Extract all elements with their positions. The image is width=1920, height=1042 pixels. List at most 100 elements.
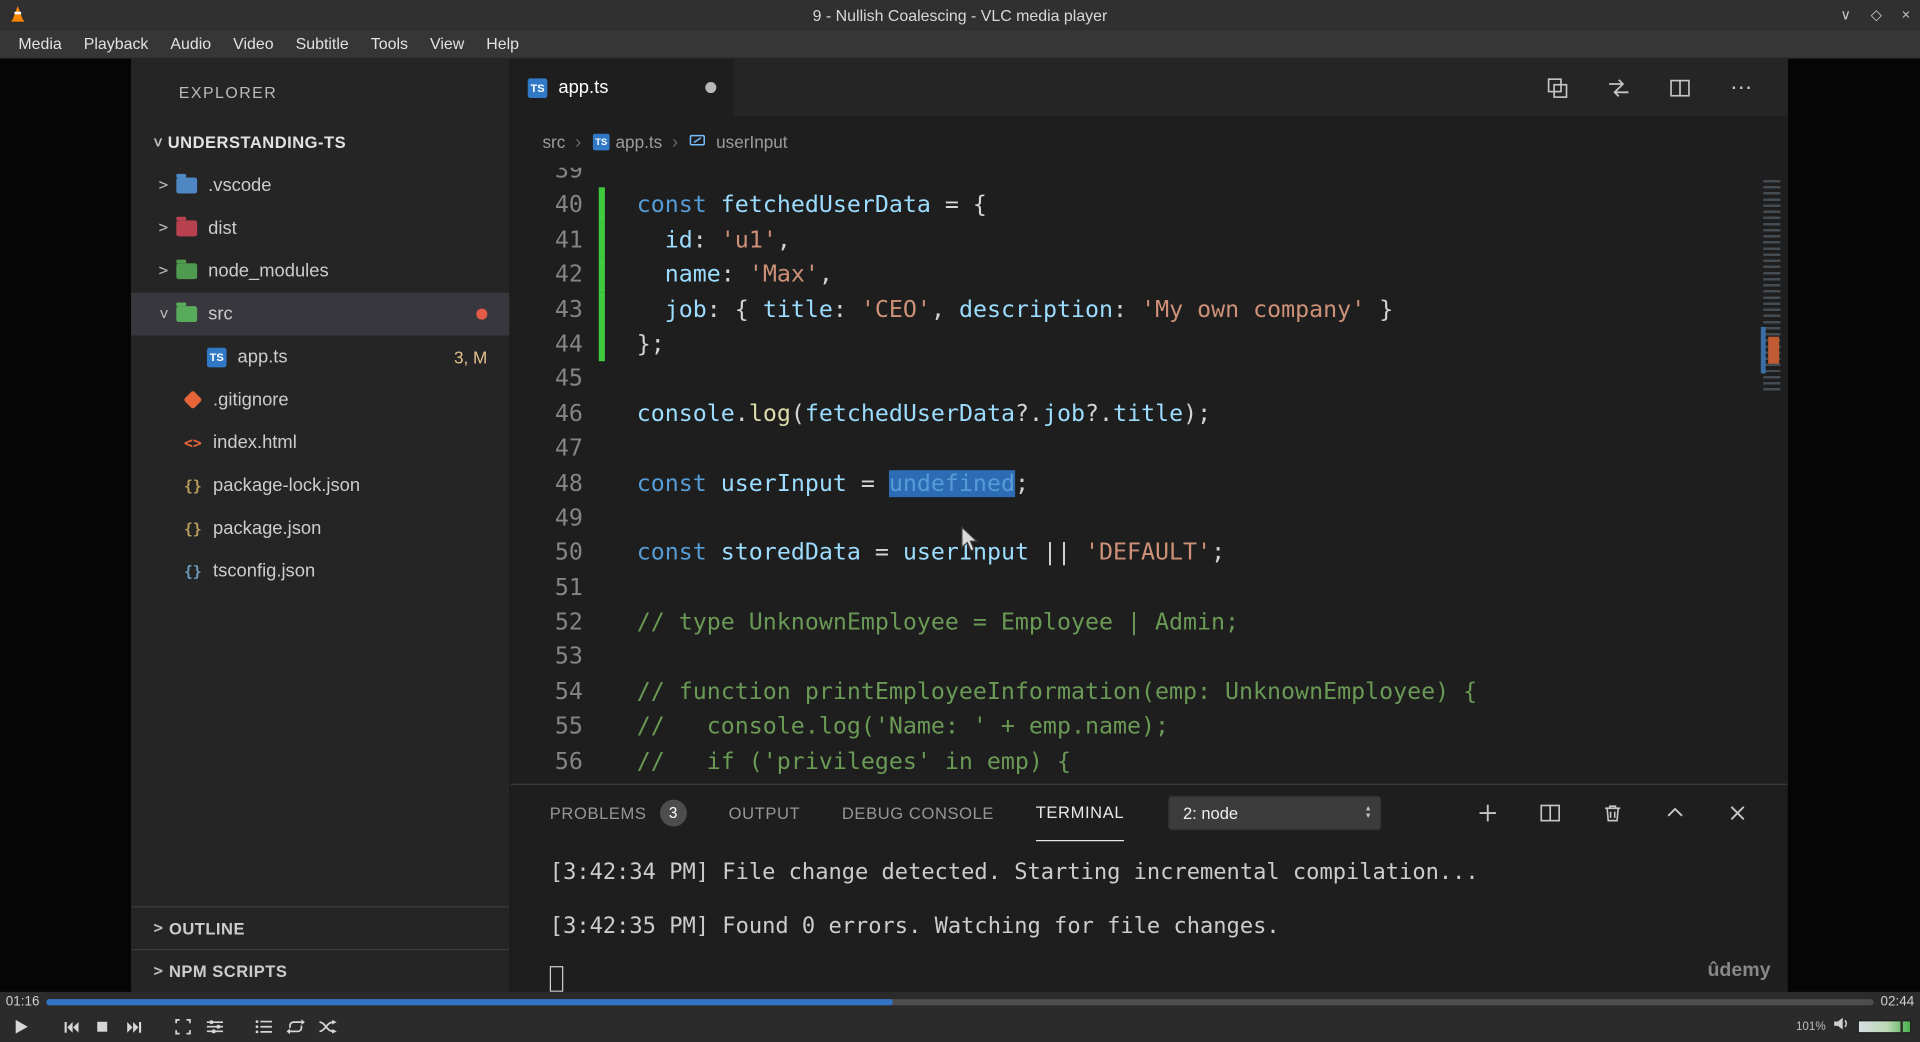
code-line-39[interactable]: 39: [511, 168, 1760, 188]
tree-item-tsconfig.json[interactable]: {}tsconfig.json: [131, 550, 509, 593]
code-line-48[interactable]: 48const userInput = undefined;: [511, 466, 1760, 501]
tab-app-ts[interactable]: TS app.ts: [511, 59, 735, 117]
code-token: userInput: [903, 539, 1029, 566]
menu-video[interactable]: Video: [222, 34, 284, 52]
code-line-51[interactable]: 51: [511, 570, 1760, 605]
code-line-46[interactable]: 46console.log(fetchedUserData?.job?.titl…: [511, 396, 1760, 431]
code-line-54[interactable]: 54// function printEmployeeInformation(e…: [511, 675, 1760, 710]
menu-media[interactable]: Media: [7, 34, 72, 52]
minimap[interactable]: [1760, 168, 1788, 784]
tree-root-understanding-ts[interactable]: > UNDERSTANDING-TS: [131, 121, 509, 164]
minimize-icon[interactable]: ∨: [1840, 6, 1851, 23]
tree-item-.gitignore[interactable]: .gitignore: [131, 378, 509, 421]
terminal-output[interactable]: [3:42:34 PM] File change detected. Start…: [511, 841, 1788, 992]
code-token: const: [637, 191, 707, 218]
panel-tab-problems[interactable]: PROBLEMS3: [550, 785, 687, 841]
fullscreen-button[interactable]: [170, 1014, 196, 1040]
tree-item-app.ts[interactable]: TSapp.ts3, M: [131, 336, 509, 379]
code-token: job: [637, 296, 707, 323]
terminal-cursor: [550, 966, 563, 992]
chevron-down-icon: >: [148, 132, 166, 153]
seek-slider[interactable]: [47, 999, 1874, 1005]
code-line-45[interactable]: 45: [511, 362, 1760, 397]
tree-item-label: tsconfig.json: [213, 561, 315, 582]
stop-button[interactable]: [89, 1014, 115, 1040]
playlist-button[interactable]: [251, 1014, 277, 1040]
code-line-55[interactable]: 55// console.log('Name: ' + emp.name);: [511, 709, 1760, 744]
code-token: :: [721, 261, 749, 288]
code-line-52[interactable]: 52// type UnknownEmployee = Employee | A…: [511, 605, 1760, 640]
overview-ruler-warning-mark: [1768, 337, 1779, 364]
code-line-43[interactable]: 43 job: { title: 'CEO', description: 'My…: [511, 292, 1760, 327]
code-token: (: [791, 400, 805, 427]
shuffle-button[interactable]: [315, 1014, 341, 1040]
menu-view[interactable]: View: [419, 34, 475, 52]
code-token: title: [1113, 400, 1183, 427]
video-area[interactable]: EXPLORER > UNDERSTANDING-TS >.vscode>dis…: [0, 59, 1920, 992]
code-line-47[interactable]: 47: [511, 431, 1760, 466]
titlebar[interactable]: 9 - Nullish Coalescing - VLC media playe…: [0, 0, 1920, 29]
tree-item-dist[interactable]: >dist: [131, 207, 509, 250]
previous-button[interactable]: [58, 1014, 84, 1040]
compare-changes-icon[interactable]: [1607, 75, 1631, 99]
extended-settings-button[interactable]: [202, 1014, 228, 1040]
tree-item-package.json[interactable]: {}package.json: [131, 507, 509, 550]
menu-playback[interactable]: Playback: [73, 34, 160, 52]
code-area[interactable]: 3940const fetchedUserData = {41 id: 'u1'…: [511, 168, 1760, 784]
sidebar-section-outline[interactable]: >OUTLINE: [131, 906, 509, 949]
play-button[interactable]: [9, 1014, 35, 1040]
panel-tab-terminal[interactable]: TERMINAL: [1036, 785, 1124, 841]
panel-tab-debug-console[interactable]: DEBUG CONSOLE: [842, 785, 994, 841]
json-icon: {}: [182, 520, 203, 537]
tree-item-index.html[interactable]: <>index.html: [131, 421, 509, 464]
more-actions-icon[interactable]: ⋯: [1729, 75, 1753, 99]
code-line-50[interactable]: 50const storedData = userInput || 'DEFAU…: [511, 535, 1760, 570]
volume-needle: [1900, 1020, 1902, 1033]
code-token: ;: [1015, 470, 1029, 497]
menu-help[interactable]: Help: [475, 34, 530, 52]
menu-audio[interactable]: Audio: [159, 34, 222, 52]
breadcrumb-item-userinput[interactable]: userInput: [716, 132, 787, 152]
maximize-panel-chevron-icon[interactable]: [1663, 801, 1687, 825]
loop-button[interactable]: [283, 1014, 309, 1040]
speaker-icon[interactable]: [1833, 1015, 1850, 1038]
line-number: 55: [511, 709, 583, 744]
html-icon: <>: [182, 434, 203, 451]
terminal-select[interactable]: 2: node ▴▾: [1168, 796, 1381, 830]
close-panel-icon[interactable]: [1725, 801, 1749, 825]
panel-tab-output[interactable]: OUTPUT: [729, 785, 801, 841]
menu-subtitle[interactable]: Subtitle: [285, 34, 360, 52]
split-editor-icon[interactable]: [1668, 75, 1692, 99]
code-line-42[interactable]: 42 name: 'Max',: [511, 257, 1760, 292]
code-line-44[interactable]: 44};: [511, 327, 1760, 362]
code-line-56[interactable]: 56// if ('privileges' in emp) {: [511, 744, 1760, 779]
vscode-capture: EXPLORER > UNDERSTANDING-TS >.vscode>dis…: [131, 59, 1788, 992]
tree-item-package-lock.json[interactable]: {}package-lock.json: [131, 464, 509, 507]
code-line-49[interactable]: 49: [511, 501, 1760, 536]
tree-item-src[interactable]: >src: [131, 293, 509, 336]
line-number: 53: [511, 640, 583, 675]
breadcrumb-item-app-ts[interactable]: app.ts: [616, 132, 663, 152]
open-changes-icon[interactable]: [1545, 75, 1569, 99]
tree-item-.vscode[interactable]: >.vscode: [131, 164, 509, 207]
code-token: };: [637, 331, 665, 358]
close-icon[interactable]: ×: [1902, 6, 1911, 23]
code-text: [605, 640, 637, 675]
new-terminal-icon[interactable]: [1476, 801, 1500, 825]
tree-item-node_modules[interactable]: >node_modules: [131, 250, 509, 293]
breadcrumb-item-src[interactable]: src: [542, 132, 565, 152]
tree-item-label: node_modules: [208, 261, 329, 282]
breadcrumb-separator-icon: ›: [575, 132, 581, 153]
split-terminal-icon[interactable]: [1538, 801, 1562, 825]
maximize-icon[interactable]: ◇: [1871, 6, 1882, 23]
panel-tab-label: TERMINAL: [1036, 803, 1124, 821]
volume-slider[interactable]: [1858, 1020, 1912, 1033]
code-line-40[interactable]: 40const fetchedUserData = {: [511, 188, 1760, 223]
kill-terminal-trash-icon[interactable]: [1600, 801, 1624, 825]
sidebar-section-npm-scripts[interactable]: >NPM SCRIPTS: [131, 949, 509, 992]
menu-tools[interactable]: Tools: [360, 34, 419, 52]
code-line-53[interactable]: 53: [511, 640, 1760, 675]
code-token: :: [1113, 296, 1141, 323]
code-line-41[interactable]: 41 id: 'u1',: [511, 223, 1760, 258]
next-button[interactable]: [121, 1014, 147, 1040]
